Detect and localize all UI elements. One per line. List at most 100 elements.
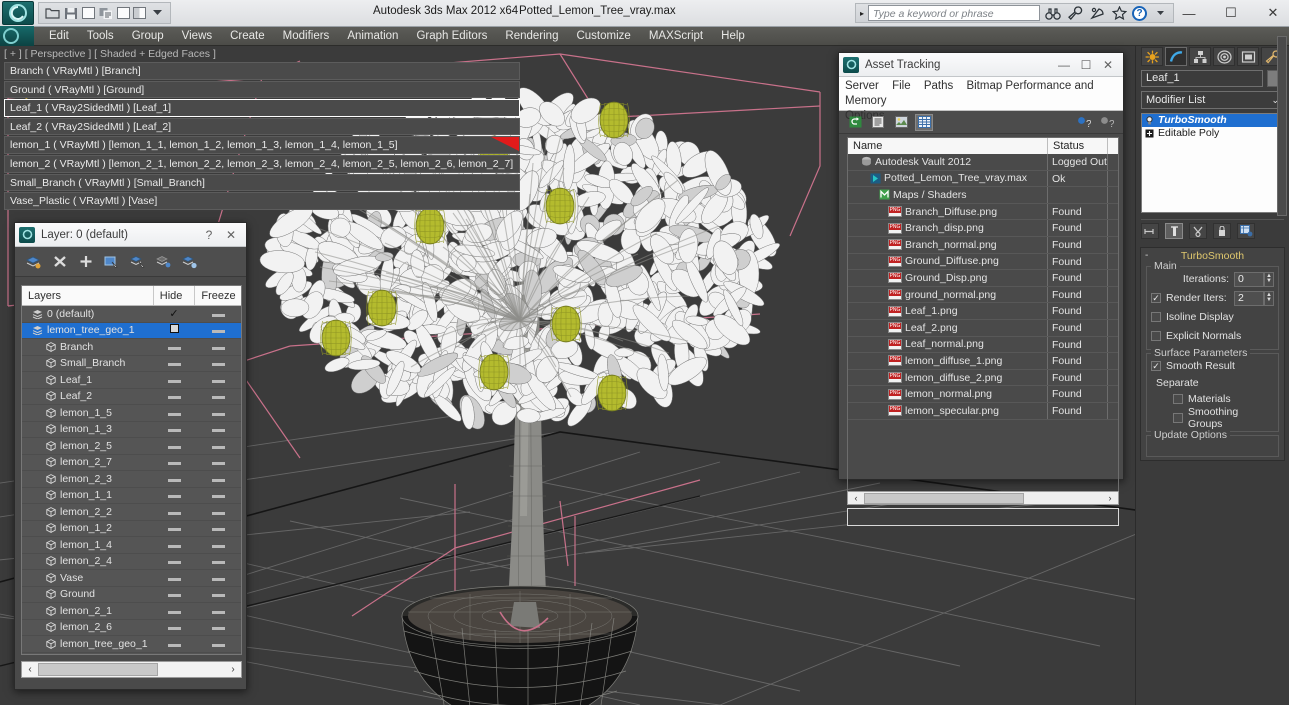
menu-item-help[interactable]: Help bbox=[712, 27, 754, 46]
layer-freeze-cell[interactable] bbox=[195, 308, 241, 320]
hide-dash-icon[interactable] bbox=[167, 627, 181, 631]
materials-checkbox[interactable] bbox=[1173, 394, 1183, 404]
maximize-button[interactable]: ☐ bbox=[1221, 3, 1241, 23]
layer-row[interactable]: lemon_1_3 bbox=[22, 422, 241, 438]
asset-tracking-menubar[interactable]: Server File Paths Bitmap Performance and… bbox=[839, 77, 1123, 122]
freeze-dash-icon[interactable] bbox=[211, 445, 225, 449]
freeze-dash-icon[interactable] bbox=[211, 610, 225, 614]
pin-stack-icon[interactable] bbox=[1141, 223, 1159, 239]
menu-item-create[interactable]: Create bbox=[221, 27, 274, 46]
layer-hide-cell[interactable] bbox=[153, 390, 195, 402]
layer-hide-cell[interactable] bbox=[153, 374, 195, 386]
layer-manager-dialog[interactable]: Layer: 0 (default) ? ✕ Layers Hide Freez… bbox=[14, 222, 247, 690]
hide-dash-icon[interactable] bbox=[167, 429, 181, 433]
lightbulb-icon[interactable] bbox=[1145, 116, 1154, 125]
smoothing-groups-row[interactable]: Smoothing Groups bbox=[1151, 406, 1274, 430]
layer-row[interactable]: Leaf_2 bbox=[22, 389, 241, 405]
asset-row[interactable]: lemon_diffuse_1.png Found bbox=[848, 353, 1118, 370]
layer-help-button[interactable]: ? bbox=[198, 225, 220, 245]
window-controls[interactable]: — ☐ ✕ bbox=[1179, 3, 1283, 23]
explicit-normals-checkbox[interactable] bbox=[1151, 331, 1161, 341]
asset-scroll-thumb[interactable] bbox=[864, 492, 1024, 504]
asset-menu-file[interactable]: File bbox=[892, 80, 911, 92]
layer-row[interactable]: lemon_2_5 bbox=[22, 438, 241, 455]
layer-freeze-cell[interactable] bbox=[195, 506, 241, 518]
layer-row[interactable]: lemon_tree_geo_1 bbox=[22, 322, 241, 339]
layer-list[interactable]: Layers Hide Freeze 0 (default) ✓ lemon_tre… bbox=[21, 285, 242, 655]
menu-item-rendering[interactable]: Rendering bbox=[496, 27, 567, 46]
star-icon[interactable] bbox=[1110, 5, 1128, 22]
menu-item-customize[interactable]: Customize bbox=[567, 27, 639, 46]
layer-close-button[interactable]: ✕ bbox=[220, 225, 242, 245]
layer-row[interactable]: Ground bbox=[22, 587, 241, 603]
expand-plus-icon[interactable] bbox=[1145, 129, 1154, 138]
hide-check-icon[interactable]: ✓ bbox=[169, 308, 178, 320]
asset-row[interactable]: Branch_normal.png Found bbox=[848, 236, 1118, 254]
asset-row[interactable]: Leaf_2.png Found bbox=[848, 319, 1118, 337]
layer-scroll-left-icon[interactable]: ‹ bbox=[22, 664, 38, 675]
material-row[interactable]: Small_Branch ( VRayMtl ) [Small_Branch] bbox=[4, 173, 520, 192]
thumbnail-view-icon[interactable] bbox=[893, 115, 909, 130]
layer-row[interactable]: Leaf_1 bbox=[22, 372, 241, 389]
menu-item-tools[interactable]: Tools bbox=[78, 27, 123, 46]
freeze-dash-icon[interactable] bbox=[211, 379, 225, 383]
wrench-icon[interactable] bbox=[1066, 5, 1084, 22]
hide-dash-icon[interactable] bbox=[167, 412, 181, 416]
layer-freeze-cell[interactable] bbox=[195, 588, 241, 600]
configure-sets-icon[interactable] bbox=[1237, 223, 1255, 239]
layer-row[interactable]: Branch bbox=[22, 339, 241, 356]
freeze-dash-icon[interactable] bbox=[211, 330, 225, 334]
render-iters-spinner[interactable]: ▲ ▼ bbox=[1264, 290, 1274, 306]
modifier-stack[interactable]: TurboSmooth Editable Poly bbox=[1141, 113, 1284, 213]
layer-hide-cell[interactable]: ✓ bbox=[153, 307, 195, 320]
layer-freeze-cell[interactable] bbox=[195, 357, 241, 369]
freeze-dash-icon[interactable] bbox=[211, 478, 225, 482]
asset-row[interactable]: Potted_Lemon_Tree_vray.max Ok bbox=[848, 170, 1118, 188]
layer-hide-cell[interactable] bbox=[153, 440, 195, 452]
hide-dash-icon[interactable] bbox=[167, 610, 181, 614]
layer-freeze-cell[interactable] bbox=[195, 440, 241, 452]
layer-hide-cell[interactable] bbox=[153, 572, 195, 584]
hide-dash-icon[interactable] bbox=[167, 643, 181, 647]
highlight-selected-icon[interactable] bbox=[155, 254, 172, 270]
hide-dash-icon[interactable] bbox=[167, 511, 181, 515]
asset-row[interactable]: lemon_specular.png Found bbox=[848, 402, 1118, 420]
layer-row[interactable]: lemon_tree_geo_1 bbox=[22, 636, 241, 653]
redo-icon[interactable] bbox=[133, 7, 146, 19]
command-panel-tabs[interactable] bbox=[1136, 46, 1289, 67]
modifier-stack-buttons[interactable] bbox=[1141, 219, 1284, 239]
material-row[interactable]: lemon_2 ( VRayMtl ) [lemon_2_1, lemon_2_… bbox=[4, 154, 520, 173]
freeze-dash-icon[interactable] bbox=[211, 396, 225, 400]
select-objects-icon[interactable] bbox=[103, 254, 120, 270]
asset-tracking-toolbar[interactable]: ? ? bbox=[839, 111, 1123, 134]
hide-dash-icon[interactable] bbox=[167, 528, 181, 532]
hide-dash-icon[interactable] bbox=[167, 544, 181, 548]
asset-row[interactable]: ground_normal.png Found bbox=[848, 286, 1118, 304]
help-blue-icon[interactable]: ? bbox=[1076, 115, 1092, 130]
layer-hide-cell[interactable] bbox=[153, 407, 195, 419]
layer-row[interactable]: lemon_2_6 bbox=[22, 620, 241, 636]
layer-hide-cell[interactable] bbox=[153, 357, 195, 369]
asset-maximize-button[interactable]: ☐ bbox=[1075, 55, 1097, 75]
freeze-dash-icon[interactable] bbox=[211, 429, 225, 433]
infocenter-caret-icon[interactable]: ▸ bbox=[860, 9, 864, 18]
material-row[interactable]: Vase_Plastic ( VRayMtl ) [Vase] bbox=[4, 192, 520, 210]
select-highlighted-icon[interactable] bbox=[129, 254, 146, 270]
freeze-dash-icon[interactable] bbox=[211, 643, 225, 647]
layer-hide-cell[interactable] bbox=[153, 638, 195, 650]
smooth-result-checkbox[interactable]: ✓ bbox=[1151, 361, 1161, 371]
asset-minimize-button[interactable]: — bbox=[1053, 55, 1075, 75]
material-row[interactable]: Leaf_1 ( VRay2SidedMtl ) [Leaf_1] bbox=[4, 99, 520, 117]
list-view-icon[interactable] bbox=[870, 115, 886, 130]
render-iters-checkbox[interactable]: ✓ bbox=[1151, 293, 1161, 303]
show-end-result-icon[interactable] bbox=[1165, 223, 1183, 239]
make-unique-icon[interactable] bbox=[1189, 223, 1207, 239]
freeze-dash-icon[interactable] bbox=[211, 561, 225, 565]
layer-freeze-cell[interactable] bbox=[195, 390, 241, 402]
layer-row[interactable]: Vase bbox=[22, 570, 241, 587]
minimize-button[interactable]: — bbox=[1179, 3, 1199, 23]
help-dropdown-icon[interactable] bbox=[1151, 5, 1169, 22]
command-panel[interactable]: Leaf_1 Modifier List ⌄ TurboSmooth Edita… bbox=[1135, 46, 1289, 705]
undo-icon[interactable] bbox=[117, 7, 130, 19]
layer-row[interactable]: lemon_1_5 bbox=[22, 405, 241, 422]
